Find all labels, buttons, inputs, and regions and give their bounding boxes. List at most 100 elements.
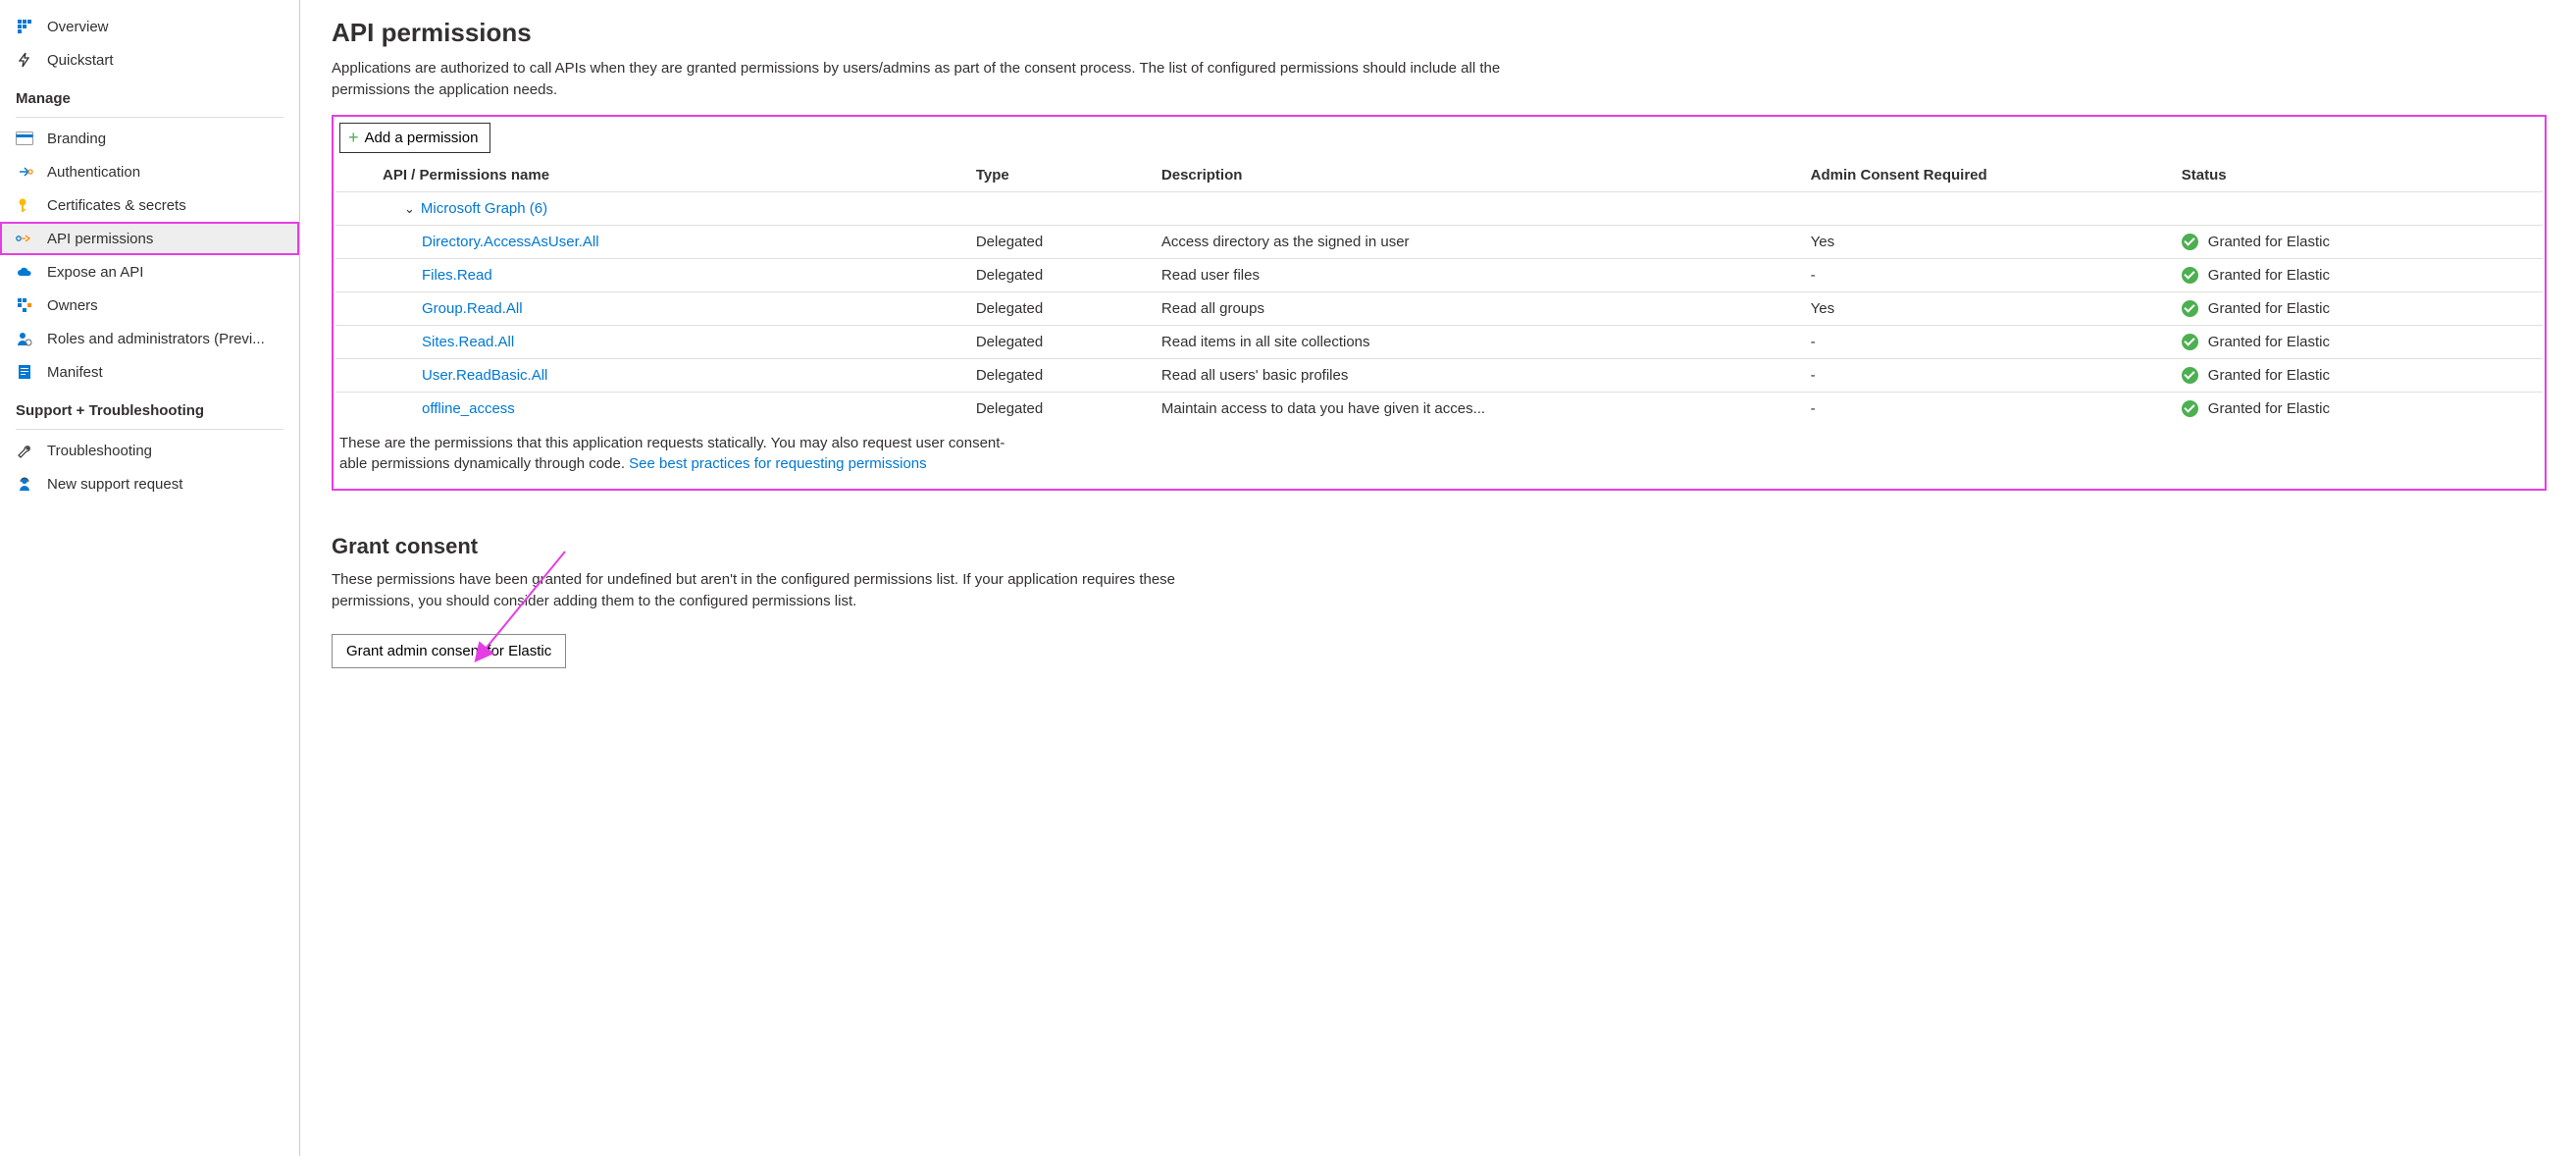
col-name: API / Permissions name bbox=[335, 159, 966, 192]
permission-type: Delegated bbox=[966, 325, 1152, 358]
sidebar-item-branding[interactable]: Branding bbox=[0, 122, 299, 155]
permission-description: Read items in all site collections bbox=[1152, 325, 1801, 358]
permission-admin-required: Yes bbox=[1801, 225, 2172, 258]
check-icon bbox=[2182, 234, 2198, 250]
check-icon bbox=[2182, 334, 2198, 350]
check-icon bbox=[2182, 267, 2198, 284]
table-row: Sites.Read.All DelegatedRead items in all… bbox=[335, 325, 2543, 358]
sidebar-item-owners[interactable]: Owners bbox=[0, 289, 299, 322]
sidebar-item-label: Authentication bbox=[47, 164, 140, 181]
permission-type: Delegated bbox=[966, 258, 1152, 291]
sidebar-item-label: Overview bbox=[47, 19, 109, 35]
permission-status: Granted for Elastic bbox=[2208, 234, 2330, 250]
sidebar-item-roles[interactable]: Roles and administrators (Previ... bbox=[0, 322, 299, 355]
permission-admin-required: - bbox=[1801, 392, 2172, 425]
sidebar-item-authentication[interactable]: Authentication bbox=[0, 155, 299, 188]
permission-name-link[interactable]: offline_access bbox=[422, 400, 515, 417]
permission-description: Read user files bbox=[1152, 258, 1801, 291]
sidebar: Overview Quickstart Manage Branding Auth… bbox=[0, 0, 300, 1156]
permission-name-link[interactable]: Files.Read bbox=[422, 267, 492, 284]
add-permission-label: Add a permission bbox=[365, 130, 479, 146]
permission-status: Granted for Elastic bbox=[2208, 400, 2330, 417]
chevron-down-icon: ⌄ bbox=[404, 201, 415, 216]
table-row: Group.Read.All DelegatedRead all groupsYe… bbox=[335, 291, 2543, 325]
col-status: Status bbox=[2172, 159, 2543, 192]
plus-icon: + bbox=[348, 128, 359, 148]
permission-type: Delegated bbox=[966, 392, 1152, 425]
grant-consent-description: These permissions have been granted for … bbox=[332, 569, 1254, 612]
sidebar-item-manifest[interactable]: Manifest bbox=[0, 355, 299, 389]
best-practices-link[interactable]: See best practices for requesting permis… bbox=[629, 455, 926, 472]
sidebar-item-overview[interactable]: Overview bbox=[0, 10, 299, 43]
sidebar-item-new-support[interactable]: New support request bbox=[0, 467, 299, 500]
permission-admin-required: Yes bbox=[1801, 291, 2172, 325]
grid-icon bbox=[16, 18, 33, 35]
sidebar-section-manage: Manage bbox=[0, 77, 299, 113]
key-icon bbox=[16, 196, 33, 214]
sidebar-item-label: Manifest bbox=[47, 364, 103, 381]
static-permissions-note: These are the permissions that this appl… bbox=[335, 425, 1022, 476]
sidebar-item-label: Troubleshooting bbox=[47, 443, 152, 459]
sidebar-item-expose-api[interactable]: Expose an API bbox=[0, 255, 299, 289]
sidebar-item-label: Branding bbox=[47, 131, 106, 147]
permission-group-row[interactable]: ⌄ Microsoft Graph (6) bbox=[335, 191, 2543, 225]
add-permission-button[interactable]: + Add a permission bbox=[339, 123, 490, 153]
owners-icon bbox=[16, 296, 33, 314]
table-row: User.ReadBasic.All DelegatedRead all user… bbox=[335, 358, 2543, 392]
permission-status: Granted for Elastic bbox=[2208, 267, 2330, 284]
permission-name-link[interactable]: Group.Read.All bbox=[422, 300, 523, 317]
check-icon bbox=[2182, 300, 2198, 317]
table-row: offline_accessDelegatedMaintain access t… bbox=[335, 392, 2543, 425]
sidebar-item-label: Roles and administrators (Previ... bbox=[47, 331, 265, 347]
permission-description: Read all groups bbox=[1152, 291, 1801, 325]
sidebar-item-label: Expose an API bbox=[47, 264, 143, 281]
permission-admin-required: - bbox=[1801, 258, 2172, 291]
permission-type: Delegated bbox=[966, 291, 1152, 325]
check-icon bbox=[2182, 367, 2198, 384]
sidebar-item-label: Quickstart bbox=[47, 52, 114, 69]
permission-name-link[interactable]: Sites.Read.All bbox=[422, 334, 514, 350]
permission-type: Delegated bbox=[966, 358, 1152, 392]
sidebar-item-troubleshooting[interactable]: Troubleshooting bbox=[0, 434, 299, 467]
sidebar-item-api-permissions[interactable]: API permissions bbox=[0, 222, 299, 255]
arrow-right-circle-icon bbox=[16, 163, 33, 181]
divider bbox=[16, 117, 283, 118]
sidebar-item-label: Owners bbox=[47, 297, 98, 314]
permission-description: Read all users' basic profiles bbox=[1152, 358, 1801, 392]
permission-name-link[interactable]: User.ReadBasic.All bbox=[422, 367, 547, 384]
permission-admin-required: - bbox=[1801, 358, 2172, 392]
permission-group-label: Microsoft Graph (6) bbox=[421, 200, 547, 217]
permission-status: Granted for Elastic bbox=[2208, 334, 2330, 350]
sidebar-item-label: New support request bbox=[47, 476, 182, 493]
sidebar-item-certificates[interactable]: Certificates & secrets bbox=[0, 188, 299, 222]
wrench-icon bbox=[16, 442, 33, 459]
page-title: API permissions bbox=[332, 18, 2547, 48]
col-description: Description bbox=[1152, 159, 1801, 192]
permission-type: Delegated bbox=[966, 225, 1152, 258]
document-icon bbox=[16, 363, 33, 381]
grant-consent-title: Grant consent bbox=[332, 534, 2547, 559]
permission-status: Granted for Elastic bbox=[2208, 367, 2330, 384]
permission-status: Granted for Elastic bbox=[2208, 300, 2330, 317]
permissions-table: API / Permissions name Type Description … bbox=[335, 159, 2543, 425]
sidebar-section-support: Support + Troubleshooting bbox=[0, 389, 299, 425]
cloud-icon bbox=[16, 263, 33, 281]
col-type: Type bbox=[966, 159, 1152, 192]
sidebar-item-quickstart[interactable]: Quickstart bbox=[0, 43, 299, 77]
page-description: Applications are authorized to call APIs… bbox=[332, 58, 1509, 101]
sidebar-item-label: API permissions bbox=[47, 231, 153, 247]
card-icon bbox=[16, 130, 33, 147]
lightning-icon bbox=[16, 51, 33, 69]
permissions-panel: + Add a permission API / Permissions nam… bbox=[332, 115, 2547, 492]
grant-admin-consent-button[interactable]: Grant admin consent for Elastic bbox=[332, 634, 566, 668]
table-row: Directory.AccessAsUser.All DelegatedAcces… bbox=[335, 225, 2543, 258]
api-icon bbox=[16, 230, 33, 247]
divider bbox=[16, 429, 283, 430]
table-row: Files.Read DelegatedRead user files- Grant… bbox=[335, 258, 2543, 291]
check-icon bbox=[2182, 400, 2198, 417]
col-admin: Admin Consent Required bbox=[1801, 159, 2172, 192]
permission-name-link[interactable]: Directory.AccessAsUser.All bbox=[422, 234, 599, 250]
person-headset-icon bbox=[16, 475, 33, 493]
main-content: API permissions Applications are authori… bbox=[300, 0, 2576, 1156]
permission-description: Access directory as the signed in user bbox=[1152, 225, 1801, 258]
